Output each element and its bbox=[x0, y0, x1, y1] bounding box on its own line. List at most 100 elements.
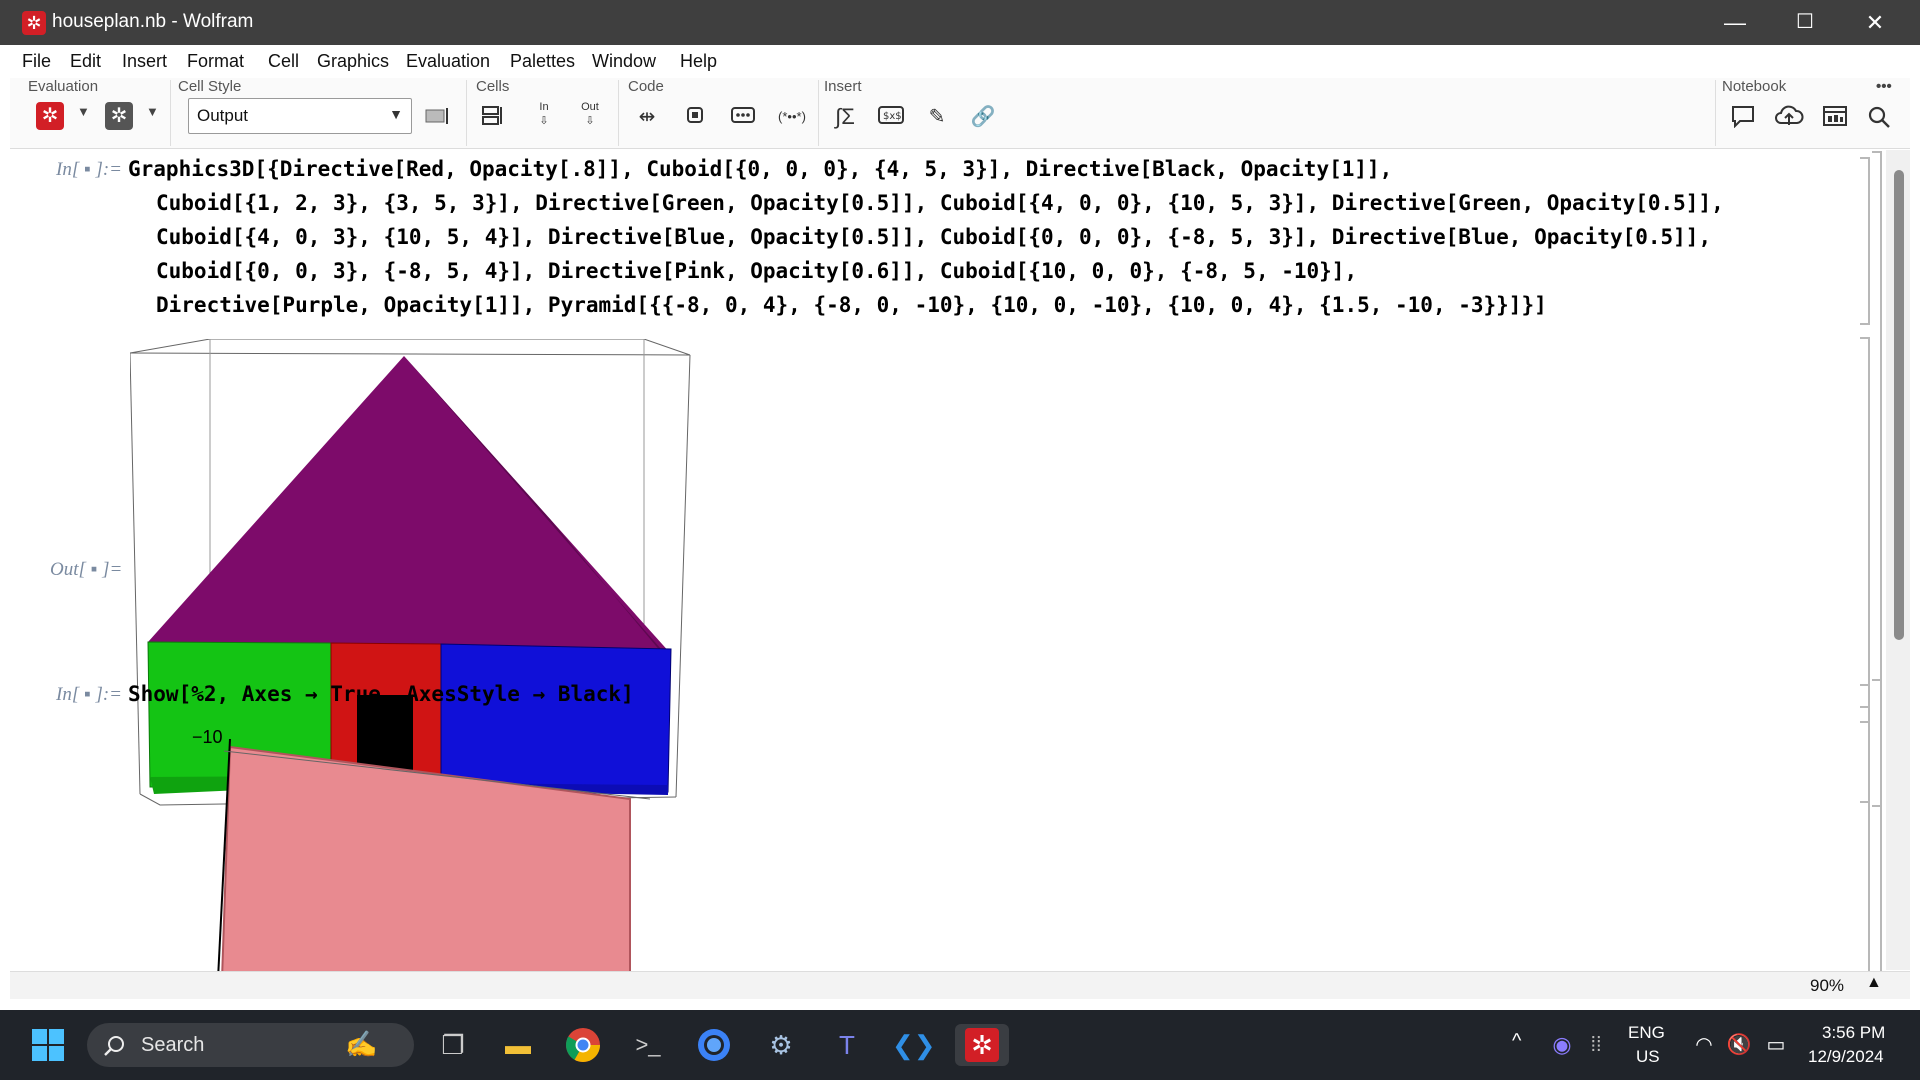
more-options-icon[interactable]: ••• bbox=[1876, 78, 1892, 95]
cell-style-label: Cell Style bbox=[178, 78, 242, 95]
zoom-up-icon[interactable]: ▲ bbox=[1866, 974, 1882, 992]
cell-bracket-input-2[interactable] bbox=[1860, 684, 1870, 708]
notebook-area[interactable]: In[ ▪ ]:= Graphics3D[{Directive[Red, Opa… bbox=[10, 149, 1894, 971]
inline-math-icon[interactable]: $x$ bbox=[874, 100, 908, 134]
menu-format[interactable]: Format bbox=[187, 51, 244, 72]
ellipsis-box-icon[interactable] bbox=[726, 100, 760, 134]
menu-evaluation[interactable]: Evaluation bbox=[406, 51, 490, 72]
browser-icon[interactable] bbox=[693, 1024, 735, 1066]
evaluate-chevron-down-icon[interactable]: ▼ bbox=[77, 104, 90, 119]
toolbar-divider bbox=[170, 80, 171, 146]
output-label-1: Out[ ▪ ]= bbox=[50, 559, 123, 580]
toolbar-divider bbox=[466, 80, 467, 146]
search-icon[interactable] bbox=[1862, 100, 1896, 134]
menu-window[interactable]: Window bbox=[592, 51, 656, 72]
comment-icon[interactable]: (*••*) bbox=[772, 100, 812, 134]
teams-icon[interactable]: T bbox=[826, 1024, 868, 1066]
cell-bracket-icon[interactable] bbox=[678, 100, 712, 134]
cell-style-select[interactable]: Output ▼ bbox=[188, 98, 412, 134]
zoom-level[interactable]: 90% bbox=[1810, 976, 1844, 996]
roof-pyramid bbox=[148, 356, 671, 654]
terminal-icon[interactable]: >_ bbox=[627, 1024, 669, 1066]
input-code-show[interactable]: Show[%2, Axes → True, AxesStyle → Black] bbox=[128, 677, 634, 711]
file-explorer-icon[interactable]: ▬ bbox=[497, 1024, 539, 1066]
windows-start-icon[interactable] bbox=[27, 1024, 69, 1066]
menu-graphics[interactable]: Graphics bbox=[317, 51, 389, 72]
volume-muted-icon[interactable]: 🔇 bbox=[1718, 1024, 1760, 1066]
insert-output-icon[interactable]: Out ⇩ bbox=[573, 100, 607, 134]
clock-time[interactable]: 3:56 PM bbox=[1822, 1023, 1885, 1043]
svg-text:$x$: $x$ bbox=[883, 111, 902, 122]
toolbar-divider bbox=[618, 80, 619, 146]
region-indicator[interactable]: US bbox=[1636, 1047, 1660, 1067]
taskbar: Search ✍ ❐ ▬ >_ ⚙ T ❮❯ ✲ ^ ◉ ⁞⁞ ENG US ◠… bbox=[0, 1010, 1920, 1080]
show-hidden-icons-chevron[interactable]: ^ bbox=[1512, 1030, 1521, 1053]
minimize-button[interactable]: — bbox=[1700, 0, 1770, 45]
menu-cell[interactable]: Cell bbox=[268, 51, 299, 72]
chrome-icon[interactable] bbox=[562, 1024, 604, 1066]
slideshow-icon[interactable] bbox=[1818, 100, 1852, 134]
evaluate-gear-icon[interactable]: ✲ bbox=[36, 102, 64, 130]
out-glyph: Out bbox=[581, 101, 599, 113]
pink-slab bbox=[221, 745, 631, 971]
house-axes-graphic[interactable] bbox=[210, 739, 650, 971]
cell-bracket-input-1[interactable] bbox=[1860, 157, 1870, 325]
wolfram-app-icon: ✲ bbox=[22, 11, 46, 35]
in-glyph: In bbox=[539, 101, 549, 113]
vertical-scrollbar[interactable] bbox=[1886, 150, 1910, 970]
toolbar: Evaluation ✲ ▼ ✲ ▼ Cell Style Output ▼ C… bbox=[10, 78, 1910, 149]
maximize-button[interactable]: ☐ bbox=[1770, 0, 1840, 45]
cell-group-icon[interactable] bbox=[475, 100, 509, 134]
menu-edit[interactable]: Edit bbox=[70, 51, 101, 72]
menu-insert[interactable]: Insert bbox=[122, 51, 167, 72]
language-indicator[interactable]: ENG bbox=[1628, 1023, 1665, 1043]
menu-file[interactable]: File bbox=[22, 51, 51, 72]
input-code-line-1[interactable]: Graphics3D[{Directive[Red, Opacity[.8]],… bbox=[128, 152, 1392, 186]
chevron-down-icon: ▼ bbox=[389, 106, 403, 122]
cells-group-label: Cells bbox=[476, 78, 510, 95]
input-label-2: In[ ▪ ]:= bbox=[56, 684, 122, 705]
clock-date[interactable]: 12/9/2024 bbox=[1808, 1047, 1884, 1067]
wolfram-taskbar-icon[interactable]: ✲ bbox=[955, 1024, 1009, 1066]
abort-chevron-down-icon[interactable]: ▼ bbox=[146, 104, 159, 119]
input-code-line-5[interactable]: Directive[Purple, Opacity[1]], Pyramid[{… bbox=[156, 288, 1547, 322]
title-bar: ✲ houseplan.nb - Wolfram — ☐ ✕ bbox=[0, 0, 1920, 45]
menu-palettes[interactable]: Palettes bbox=[510, 51, 575, 72]
insert-group-label: Insert bbox=[824, 78, 862, 95]
apps-grid-icon[interactable]: ⁞⁞ bbox=[1575, 1024, 1617, 1066]
input-label-1: In[ ▪ ]:= bbox=[56, 159, 122, 180]
menu-bar: File Edit Insert Format Cell Graphics Ev… bbox=[10, 45, 1910, 79]
window-title: houseplan.nb - Wolfram bbox=[52, 11, 254, 32]
toolbar-divider bbox=[818, 80, 819, 146]
input-code-line-2[interactable]: Cuboid[{1, 2, 3}, {3, 5, 3}], Directive[… bbox=[156, 186, 1724, 220]
settings-gear-icon[interactable]: ⚙ bbox=[760, 1024, 802, 1066]
cell-style-value: Output bbox=[197, 106, 249, 125]
menu-help[interactable]: Help bbox=[680, 51, 717, 72]
status-bar: 90% ▲ bbox=[10, 971, 1910, 999]
search-icon bbox=[104, 1036, 124, 1056]
hyperlink-icon[interactable]: 🔗 bbox=[966, 100, 1000, 134]
cell-bracket-output-2[interactable] bbox=[1860, 721, 1870, 971]
math-typeset-icon[interactable]: ∫Σ bbox=[828, 100, 862, 134]
input-code-line-3[interactable]: Cuboid[{4, 0, 3}, {10, 5, 4}], Directive… bbox=[156, 220, 1711, 254]
battery-icon[interactable]: ▭ bbox=[1755, 1024, 1797, 1066]
task-view-icon[interactable]: ❐ bbox=[432, 1024, 474, 1066]
vscode-icon[interactable]: ❮❯ bbox=[892, 1024, 936, 1066]
close-button[interactable]: ✕ bbox=[1840, 0, 1910, 45]
taskbar-search-box[interactable]: Search ✍ bbox=[87, 1023, 414, 1067]
style-box-icon[interactable] bbox=[420, 100, 454, 134]
abort-gear-icon[interactable]: ✲ bbox=[105, 102, 133, 130]
code-group-label: Code bbox=[628, 78, 664, 95]
input-code-line-4[interactable]: Cuboid[{0, 0, 3}, {-8, 5, 4}], Directive… bbox=[156, 254, 1357, 288]
taskbar-search-label: Search bbox=[141, 1034, 205, 1056]
insert-input-icon[interactable]: In ⇩ bbox=[527, 100, 561, 134]
drawing-pen-icon[interactable]: ✎ bbox=[920, 100, 954, 134]
search-highlight-icon: ✍ bbox=[345, 1029, 378, 1059]
toolbar-divider bbox=[1715, 80, 1716, 146]
resize-arrows-icon[interactable]: ⇹ bbox=[630, 100, 664, 134]
scrollbar-thumb[interactable] bbox=[1894, 170, 1904, 640]
comment-bubble-icon[interactable] bbox=[1726, 100, 1760, 134]
cell-group-bracket-2[interactable] bbox=[1872, 679, 1882, 971]
cloud-upload-icon[interactable] bbox=[1772, 100, 1806, 134]
evaluation-group-label: Evaluation bbox=[28, 78, 99, 95]
